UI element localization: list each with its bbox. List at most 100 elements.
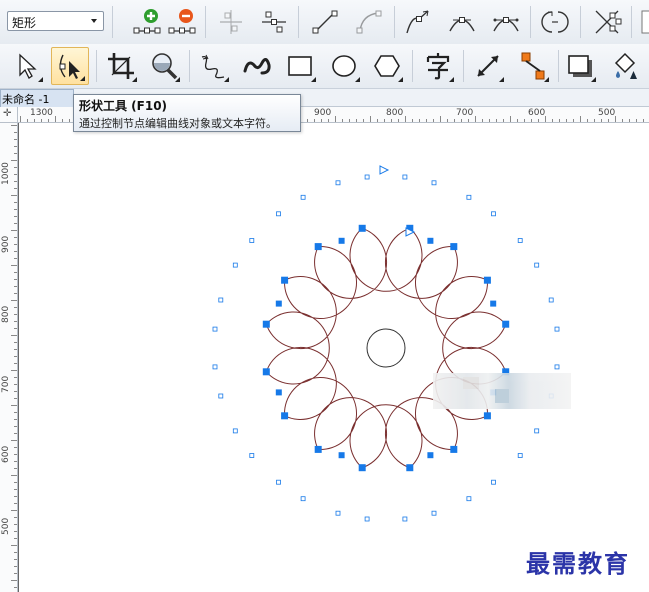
- ruler-tick: [14, 426, 17, 427]
- to-line-icon: [312, 10, 338, 34]
- ruler-label: 500: [598, 108, 616, 118]
- ruler-tick: [14, 377, 17, 378]
- to-curve-icon: [356, 10, 382, 34]
- separator: [463, 50, 464, 82]
- delete-node-button[interactable]: [163, 3, 201, 41]
- ruler-tick: [14, 153, 17, 154]
- property-bar: 矩形: [0, 0, 649, 45]
- to-curve-button[interactable]: [350, 3, 388, 41]
- ruler-tick: [11, 230, 17, 231]
- shape-tool[interactable]: [51, 47, 89, 85]
- shape-tool-tooltip: 形状工具 (F10) 通过控制节点编辑曲线对象或文本字符。: [73, 94, 301, 132]
- vertical-ruler[interactable]: 1000 900 800 700 600 500: [0, 123, 18, 592]
- ruler-tick: [34, 119, 35, 122]
- fill-tool[interactable]: [606, 47, 644, 85]
- rectangle-tool[interactable]: [281, 47, 319, 85]
- ruler-tick: [14, 412, 17, 413]
- ruler-tick: [14, 286, 17, 287]
- smart-draw-tool[interactable]: [238, 47, 276, 85]
- ruler-tick: [482, 119, 483, 122]
- page-border: [18, 123, 19, 592]
- ruler-tick: [608, 119, 609, 122]
- ruler-tick: [314, 119, 315, 122]
- ruler-origin[interactable]: ✛: [0, 107, 18, 123]
- cusp-node-icon: [406, 10, 429, 34]
- polygon-tool[interactable]: [368, 47, 406, 85]
- flyout-indicator: [398, 77, 403, 82]
- more-options-button[interactable]: [634, 3, 649, 41]
- freehand-tool[interactable]: [194, 47, 232, 85]
- ruler-tick: [14, 202, 17, 203]
- page-corner-icon: [641, 10, 649, 34]
- ruler-tick: [14, 538, 17, 539]
- to-line-button[interactable]: [306, 3, 344, 41]
- ruler-tick: [14, 419, 17, 420]
- separator: [96, 50, 97, 82]
- ruler-tick: [342, 119, 343, 122]
- ruler-tick: [405, 116, 406, 122]
- ruler-tick: [363, 119, 364, 122]
- blurred-block: [463, 377, 479, 389]
- toolbox: [0, 44, 649, 89]
- ruler-tick: [419, 119, 420, 122]
- drawing-canvas[interactable]: [18, 123, 649, 592]
- ruler-tick: [14, 223, 17, 224]
- document-tab[interactable]: 未命名 -1: [0, 89, 74, 107]
- ruler-tick: [14, 524, 17, 525]
- ruler-tick: [391, 119, 392, 122]
- tooltip-description: 通过控制节点编辑曲线对象或文本字符。: [79, 117, 277, 130]
- pick-tool[interactable]: [8, 47, 46, 85]
- zoom-tool[interactable]: [145, 47, 183, 85]
- ruler-tick: [14, 496, 17, 497]
- ruler-tick: [454, 119, 455, 122]
- ruler-tick: [11, 125, 17, 126]
- ruler-tick: [14, 181, 17, 182]
- ruler-tick: [335, 116, 336, 122]
- ruler-label: 700: [456, 108, 474, 118]
- ruler-tick: [14, 279, 17, 280]
- ruler-tick: [14, 167, 17, 168]
- reverse-direction-button[interactable]: [536, 3, 574, 41]
- separator: [205, 6, 206, 38]
- delete-node-icon: [168, 9, 196, 34]
- crop-tool[interactable]: [102, 47, 140, 85]
- flyout-indicator: [132, 77, 137, 82]
- ruler-label: 900: [314, 108, 332, 118]
- ellipse-tool[interactable]: [325, 47, 363, 85]
- join-nodes-button[interactable]: [212, 3, 250, 41]
- ruler-tick: [41, 119, 42, 122]
- extract-subpath-button[interactable]: [588, 3, 626, 41]
- text-tool[interactable]: [419, 47, 457, 85]
- separator: [412, 50, 413, 82]
- chevron-down-icon: [91, 19, 97, 23]
- fill-tool-icon: [614, 52, 637, 79]
- ruler-label: 1300: [30, 108, 53, 118]
- break-curve-icon: [262, 11, 286, 33]
- drop-shadow-tool[interactable]: [561, 47, 599, 85]
- ruler-tick: [11, 300, 17, 301]
- add-node-button[interactable]: [128, 3, 166, 41]
- ruler-tick: [62, 119, 63, 122]
- ruler-tick: [14, 363, 17, 364]
- connector-tool[interactable]: [514, 47, 552, 85]
- smooth-node-button[interactable]: [443, 3, 481, 41]
- flyout-indicator: [449, 77, 454, 82]
- separator: [298, 6, 299, 38]
- ruler-tick: [14, 566, 17, 567]
- ruler-tick: [517, 119, 518, 122]
- flyout-indicator: [175, 77, 180, 82]
- blurred-block: [495, 389, 509, 403]
- ruler-tick: [538, 119, 539, 122]
- dimension-tool[interactable]: [469, 47, 507, 85]
- symmetric-node-button[interactable]: [487, 3, 525, 41]
- ruler-tick: [594, 119, 595, 122]
- flyout-indicator: [80, 76, 85, 81]
- ruler-label: 1000: [1, 162, 11, 185]
- object-type-dropdown[interactable]: 矩形: [7, 11, 104, 31]
- flyout-indicator: [224, 77, 229, 82]
- ruler-tick: [461, 119, 462, 122]
- ruler-tick: [14, 489, 17, 490]
- ruler-tick: [14, 251, 17, 252]
- break-curve-button[interactable]: [255, 3, 293, 41]
- cusp-node-button[interactable]: [400, 3, 438, 41]
